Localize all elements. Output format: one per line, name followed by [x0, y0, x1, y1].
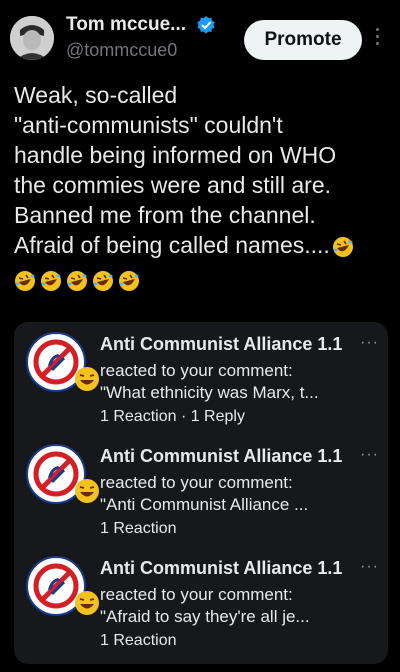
promote-button[interactable]: Promote: [244, 20, 362, 60]
notification-meta[interactable]: 1 Reaction: [100, 632, 177, 650]
more-options-icon[interactable]: ···: [360, 446, 379, 464]
user-handle[interactable]: @tommccue0: [66, 40, 177, 61]
notification-title: Anti Communist Alliance 1.1: [100, 334, 343, 354]
rolling-on-floor-laughing-icon: [67, 271, 87, 291]
notification-body: reacted to your comment: "Afraid to say …: [100, 584, 358, 628]
rolling-on-floor-laughing-icon: [332, 236, 353, 257]
laughing-reaction-icon: [75, 479, 99, 503]
post-line: the commies were and still are.: [14, 172, 332, 198]
post-text: Weak, so-called "anti-communists" couldn…: [14, 80, 390, 260]
notification-body: reacted to your comment: "Anti Communist…: [100, 472, 358, 516]
notification-action: reacted to your comment:: [100, 361, 293, 380]
notification-action: reacted to your comment:: [100, 585, 293, 604]
emoji-row: [14, 270, 144, 300]
post-line: "anti-communists" couldn't: [14, 112, 283, 138]
laughing-reaction-icon: [75, 591, 99, 615]
rolling-on-floor-laughing-icon: [15, 271, 35, 291]
notifications-card: Anti Communist Alliance 1.1 reacted to y…: [14, 322, 388, 664]
post-line: Weak, so-called: [14, 82, 178, 108]
more-vertical-icon[interactable]: [372, 28, 382, 52]
post-line: Afraid of being called names....: [14, 230, 390, 260]
notification-item[interactable]: Anti Communist Alliance 1.1 reacted to y…: [14, 546, 388, 658]
rolling-on-floor-laughing-icon: [41, 271, 61, 291]
avatar[interactable]: [10, 16, 54, 60]
notification-title: Anti Communist Alliance 1.1: [100, 446, 343, 466]
notification-title: Anti Communist Alliance 1.1: [100, 558, 343, 578]
post-line-text: Afraid of being called names....: [14, 232, 330, 258]
post-line: Banned me from the channel.: [14, 202, 316, 228]
notification-meta[interactable]: 1 Reaction: [100, 520, 177, 538]
notification-action: reacted to your comment:: [100, 473, 293, 492]
notification-meta[interactable]: 1 Reaction · 1 Reply: [100, 408, 245, 426]
notification-comment: "Afraid to say they're all je...: [100, 607, 310, 626]
rolling-on-floor-laughing-icon: [93, 271, 113, 291]
notification-comment: "What ethnicity was Marx, t...: [100, 383, 319, 402]
post-header: Tom mccue... @tommccue0 Promote: [0, 0, 400, 72]
verified-badge-icon: [197, 16, 215, 34]
notification-item[interactable]: Anti Communist Alliance 1.1 reacted to y…: [14, 322, 388, 434]
post-line: handle being informed on WHO: [14, 142, 337, 168]
more-options-icon[interactable]: ···: [360, 558, 379, 576]
notification-item[interactable]: Anti Communist Alliance 1.1 reacted to y…: [14, 434, 388, 546]
rolling-on-floor-laughing-icon: [119, 271, 139, 291]
more-options-icon[interactable]: ···: [360, 334, 379, 352]
laughing-reaction-icon: [75, 367, 99, 391]
notification-comment: "Anti Communist Alliance ...: [100, 495, 309, 514]
display-name[interactable]: Tom mccue...: [66, 14, 186, 36]
notification-body: reacted to your comment: "What ethnicity…: [100, 360, 358, 404]
